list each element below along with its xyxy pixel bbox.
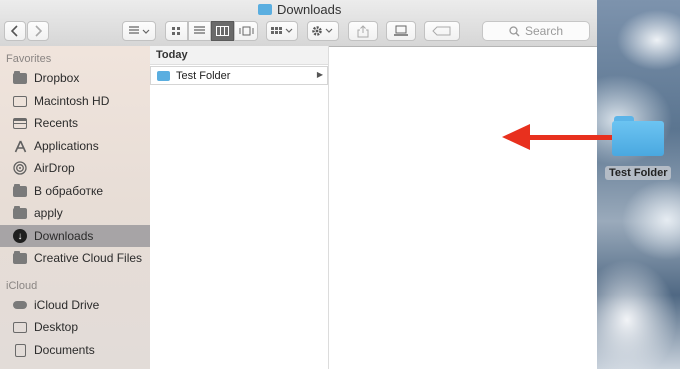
downloads-folder-icon bbox=[258, 4, 272, 15]
sidebar-item-icloud-drive[interactable]: iCloud Drive bbox=[0, 294, 150, 316]
folder-icon bbox=[157, 70, 170, 81]
sidebar-item-v-obrabotke[interactable]: В обработке bbox=[0, 180, 150, 202]
gear-icon bbox=[312, 26, 333, 36]
recents-icon bbox=[13, 116, 27, 130]
sidebar-item-recents[interactable]: Recents bbox=[0, 112, 150, 134]
cloud-icon bbox=[13, 298, 27, 312]
title-bar: Downloads Search bbox=[0, 0, 597, 47]
sidebar-item-label: Downloads bbox=[34, 229, 94, 243]
back-button[interactable] bbox=[4, 21, 26, 41]
sidebar-item-creative-cloud-files[interactable]: Creative Cloud Files bbox=[0, 247, 150, 269]
folder-icon bbox=[13, 70, 27, 85]
arrange-button[interactable] bbox=[122, 21, 156, 41]
action-button[interactable] bbox=[307, 21, 339, 41]
sidebar-item-apply[interactable]: apply bbox=[0, 202, 150, 224]
downloads-icon: ↓ bbox=[13, 229, 27, 243]
sidebar-item-label: Recents bbox=[34, 116, 79, 130]
gallery-icon bbox=[239, 26, 253, 36]
sidebar-section-icloud: iCloud bbox=[6, 280, 38, 292]
hard-drive-icon bbox=[13, 94, 27, 108]
documents-icon bbox=[13, 343, 27, 357]
finder-window: Downloads Search Favorites Dropbox Macin… bbox=[0, 0, 597, 369]
window-title: Downloads bbox=[258, 2, 341, 17]
desktop-background bbox=[597, 0, 680, 369]
sidebar-section-favorites: Favorites bbox=[6, 53, 52, 65]
disclosure-triangle-icon: ▶ bbox=[316, 70, 323, 79]
group-button[interactable] bbox=[266, 21, 298, 41]
sidebar-item-label: В обработке bbox=[34, 184, 104, 198]
sidebar-item-applications[interactable]: Applications bbox=[0, 135, 150, 157]
desktop-icon bbox=[13, 320, 27, 334]
sidebar-item-label: Creative Cloud Files bbox=[34, 251, 143, 265]
sidebar-item-label: iCloud Drive bbox=[34, 298, 100, 312]
sidebar-item-label: Documents bbox=[34, 343, 95, 357]
chevron-right-icon bbox=[35, 25, 42, 37]
red-arrow-head bbox=[502, 124, 530, 150]
sidebar-item-downloads[interactable]: ↓ Downloads bbox=[0, 225, 150, 247]
share-button[interactable] bbox=[348, 21, 378, 41]
red-arrow-shaft bbox=[528, 135, 616, 140]
sidebar-item-label: Macintosh HD bbox=[34, 94, 110, 108]
laptop-icon bbox=[394, 25, 408, 36]
sidebar: Favorites Dropbox Macintosh HD Recents A… bbox=[0, 46, 151, 369]
sidebar-item-documents[interactable]: Documents bbox=[0, 339, 150, 361]
chevron-left-icon bbox=[11, 25, 18, 37]
list-view-button[interactable] bbox=[188, 21, 211, 41]
share-icon bbox=[357, 24, 369, 37]
tag-icon bbox=[432, 26, 451, 36]
window-title-text: Downloads bbox=[277, 2, 342, 17]
search-placeholder: Search bbox=[524, 24, 564, 38]
file-row-test-folder[interactable]: Test Folder ▶ bbox=[150, 66, 328, 85]
sidebar-item-airdrop[interactable]: AirDrop bbox=[0, 157, 150, 179]
file-column: Today Test Folder ▶ bbox=[150, 46, 329, 369]
sidebar-item-label: Dropbox bbox=[34, 71, 80, 85]
forward-button[interactable] bbox=[27, 21, 49, 41]
gallery-view-button[interactable] bbox=[234, 21, 258, 41]
sidebar-item-label: apply bbox=[34, 206, 63, 220]
folder-icon bbox=[13, 205, 27, 220]
sidebar-item-label: Desktop bbox=[34, 320, 79, 334]
folder-icon bbox=[13, 250, 27, 265]
connect-button[interactable] bbox=[386, 21, 416, 41]
desktop-folder-icon[interactable] bbox=[612, 116, 664, 156]
list-icon bbox=[194, 26, 205, 34]
sidebar-item-desktop[interactable]: Desktop bbox=[0, 316, 150, 338]
tags-button[interactable] bbox=[424, 21, 460, 41]
sidebar-item-label: Applications bbox=[34, 139, 99, 153]
airdrop-icon bbox=[13, 161, 27, 175]
column-view-button[interactable] bbox=[211, 21, 234, 41]
search-field[interactable]: Search bbox=[482, 21, 590, 41]
grid-icon bbox=[172, 26, 180, 35]
sidebar-item-macintosh-hd[interactable]: Macintosh HD bbox=[0, 90, 150, 112]
applications-icon bbox=[13, 139, 27, 153]
list-arrange-icon bbox=[129, 26, 150, 34]
icon-view-button[interactable] bbox=[165, 21, 188, 41]
columns-icon bbox=[216, 26, 229, 36]
search-icon bbox=[509, 25, 520, 36]
sidebar-item-label: AirDrop bbox=[34, 161, 75, 175]
column-group-header: Today bbox=[150, 46, 328, 65]
sidebar-item-dropbox[interactable]: Dropbox bbox=[0, 67, 150, 89]
desktop-folder-label[interactable]: Test Folder bbox=[605, 166, 672, 180]
folder-icon bbox=[13, 183, 27, 198]
file-name: Test Folder bbox=[176, 69, 231, 82]
group-grid-icon bbox=[271, 27, 293, 34]
